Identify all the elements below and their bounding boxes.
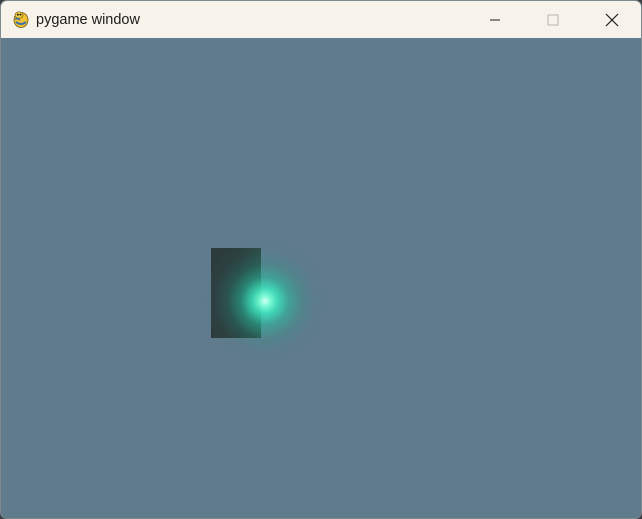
title-bar[interactable]: pygame window	[1, 1, 641, 38]
window-title: pygame window	[36, 12, 140, 28]
minimize-button[interactable]	[466, 1, 524, 38]
glowing-orb-light	[200, 236, 330, 366]
close-icon	[605, 13, 619, 27]
pygame-window: pygame window	[0, 0, 642, 519]
minimize-icon	[489, 14, 501, 26]
maximize-icon	[547, 14, 559, 26]
game-canvas[interactable]	[1, 38, 641, 518]
close-button[interactable]	[583, 1, 641, 38]
maximize-button[interactable]	[524, 1, 582, 38]
pygame-snake-icon	[11, 9, 31, 29]
